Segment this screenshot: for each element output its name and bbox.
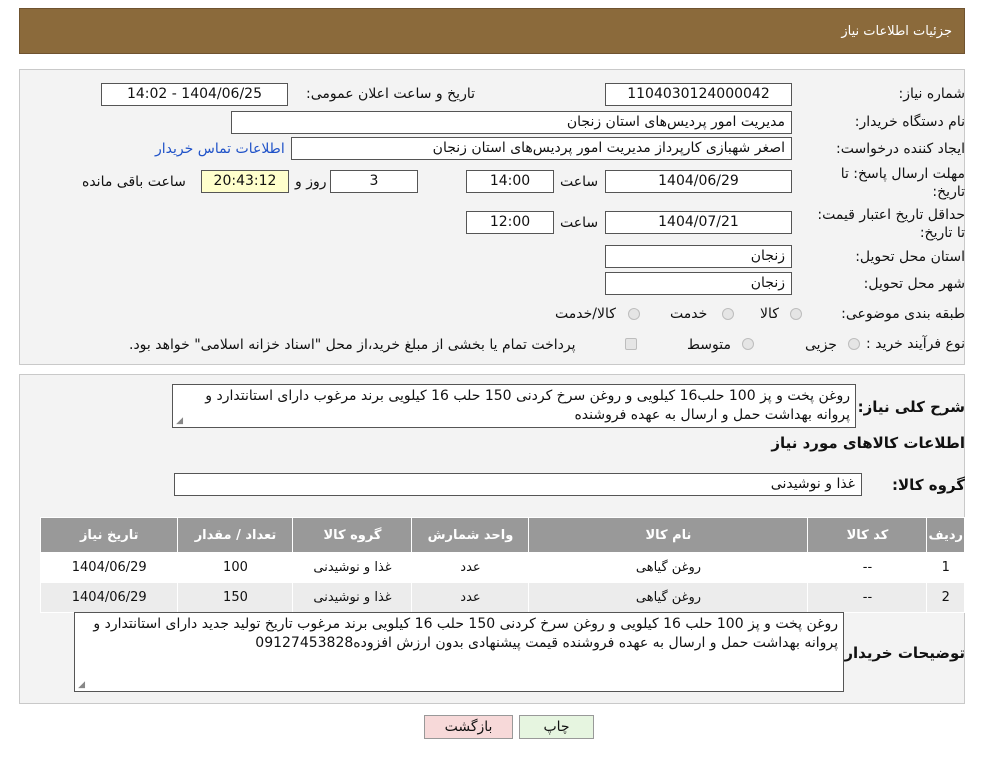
buyer-contact-link[interactable]: اطلاعات تماس خریدار — [155, 141, 285, 157]
requester-label: ایجاد کننده درخواست: — [836, 141, 965, 157]
city-field: زنجان — [605, 272, 792, 295]
cell-row: 2 — [926, 582, 965, 613]
table-row: 2 -- روغن گیاهی عدد غذا و نوشیدنی 150 14… — [39, 582, 965, 613]
resize-grip-icon[interactable]: ◢ — [77, 681, 85, 690]
cell-group: غذا و نوشیدنی — [292, 552, 413, 583]
deadline-time-field: 14:00 — [466, 170, 554, 193]
price-validity-label: حداقل تاریخ اعتبار قیمت: تا تاریخ: — [817, 207, 965, 241]
col-code: کد کالا — [807, 517, 928, 553]
cell-qty: 100 — [177, 552, 294, 583]
items-table: ردیف کد کالا نام کالا واحد شمارش گروه کا… — [39, 517, 965, 613]
cell-row: 1 — [926, 552, 965, 583]
cell-name: روغن گیاهی — [528, 582, 809, 613]
back-button[interactable]: بازگشت — [424, 715, 513, 739]
buyer-org-field: مدیریت امور پردیس‌های استان زنجان — [231, 111, 792, 134]
category-option-service: خدمت — [670, 306, 708, 322]
summary-text: روغن پخت و پز 100 حلب16 کیلویی و روغن سر… — [205, 388, 850, 423]
need-number-label: شماره نیاز: — [898, 86, 966, 102]
treasury-checkbox[interactable] — [625, 338, 637, 350]
category-option-goods-service: کالا/خدمت — [555, 306, 616, 322]
purchase-radio-minor[interactable] — [848, 338, 860, 350]
table-header-row: ردیف کد کالا نام کالا واحد شمارش گروه کا… — [39, 517, 965, 553]
category-radio-goods-service[interactable] — [628, 308, 640, 320]
cell-group: غذا و نوشیدنی — [292, 582, 413, 613]
cell-qty: 150 — [177, 582, 294, 613]
category-radio-goods[interactable] — [790, 308, 802, 320]
purchase-type-label: نوع فرآیند خرید : — [866, 336, 965, 352]
city-label: شهر محل تحویل: — [863, 276, 965, 292]
validity-time-field: 12:00 — [466, 211, 554, 234]
print-button[interactable]: چاپ — [519, 715, 594, 739]
buyer-notes-label: توضیحات خریدار: — [838, 644, 965, 662]
validity-date-field: 1404/07/21 — [605, 211, 792, 234]
category-option-goods: کالا — [760, 306, 779, 322]
cell-unit: عدد — [411, 582, 530, 613]
buyer-org-label: نام دستگاه خریدار: — [854, 114, 965, 130]
deadline-date-field: 1404/06/29 — [605, 170, 792, 193]
purchase-option-minor: جزیی — [805, 337, 837, 353]
col-date: تاریخ نیاز — [39, 517, 179, 553]
cell-code: -- — [807, 582, 928, 613]
cell-date: 1404/06/29 — [39, 582, 179, 613]
col-row: ردیف — [926, 517, 965, 553]
announce-datetime-field: 1404/06/25 - 14:02 — [101, 83, 288, 106]
province-label: استان محل تحویل: — [855, 249, 965, 265]
resize-grip-icon[interactable]: ◢ — [175, 417, 183, 426]
purchase-option-medium: متوسط — [687, 337, 731, 353]
category-label: طبقه بندی موضوعی: — [841, 306, 965, 322]
cell-date: 1404/06/29 — [39, 552, 179, 583]
summary-textarea[interactable]: روغن پخت و پز 100 حلب16 کیلویی و روغن سر… — [172, 384, 856, 428]
remaining-time-field: 20:43:12 — [201, 170, 289, 193]
col-unit: واحد شمارش — [411, 517, 530, 553]
province-field: زنجان — [605, 245, 792, 268]
days-remaining-field: 3 — [330, 170, 418, 193]
need-number-field: 1104030124000042 — [605, 83, 792, 106]
col-name: نام کالا — [528, 517, 809, 553]
summary-label: شرح کلی نیاز: — [857, 398, 965, 416]
cell-code: -- — [807, 552, 928, 583]
validity-time-label: ساعت — [560, 215, 599, 231]
cell-unit: عدد — [411, 552, 530, 583]
cell-name: روغن گیاهی — [528, 552, 809, 583]
category-radio-service[interactable] — [722, 308, 734, 320]
announce-label: تاریخ و ساعت اعلان عمومی: — [306, 86, 475, 102]
remaining-time-label: ساعت باقی مانده — [82, 174, 186, 190]
goods-info-title: اطلاعات کالاهای مورد نیاز — [771, 434, 965, 452]
deadline-label: مهلت ارسال پاسخ: تا تاریخ: — [840, 166, 965, 200]
page-header: جزئیات اطلاعات نیاز — [19, 8, 965, 54]
goods-group-field: غذا و نوشیدنی — [174, 473, 862, 496]
buyer-notes-text: روغن پخت و پز 100 حلب 16 کیلویی و روغن س… — [93, 616, 838, 651]
deadline-time-label: ساعت — [560, 174, 599, 190]
col-group: گروه کالا — [292, 517, 413, 553]
buyer-notes-textarea[interactable]: روغن پخت و پز 100 حلب 16 کیلویی و روغن س… — [74, 612, 844, 692]
col-qty: تعداد / مقدار — [177, 517, 294, 553]
goods-group-label: گروه کالا: — [892, 476, 965, 494]
table-row: 1 -- روغن گیاهی عدد غذا و نوشیدنی 100 14… — [39, 552, 965, 583]
page-title: جزئیات اطلاعات نیاز — [841, 24, 952, 39]
purchase-radio-medium[interactable] — [742, 338, 754, 350]
requester-field: اصغر شهبازی کارپرداز مدیریت امور پردیس‌ه… — [291, 137, 792, 160]
days-label: روز و — [295, 174, 327, 190]
treasury-payment-note: پرداخت تمام یا بخشی از مبلغ خرید،از محل … — [129, 337, 576, 353]
